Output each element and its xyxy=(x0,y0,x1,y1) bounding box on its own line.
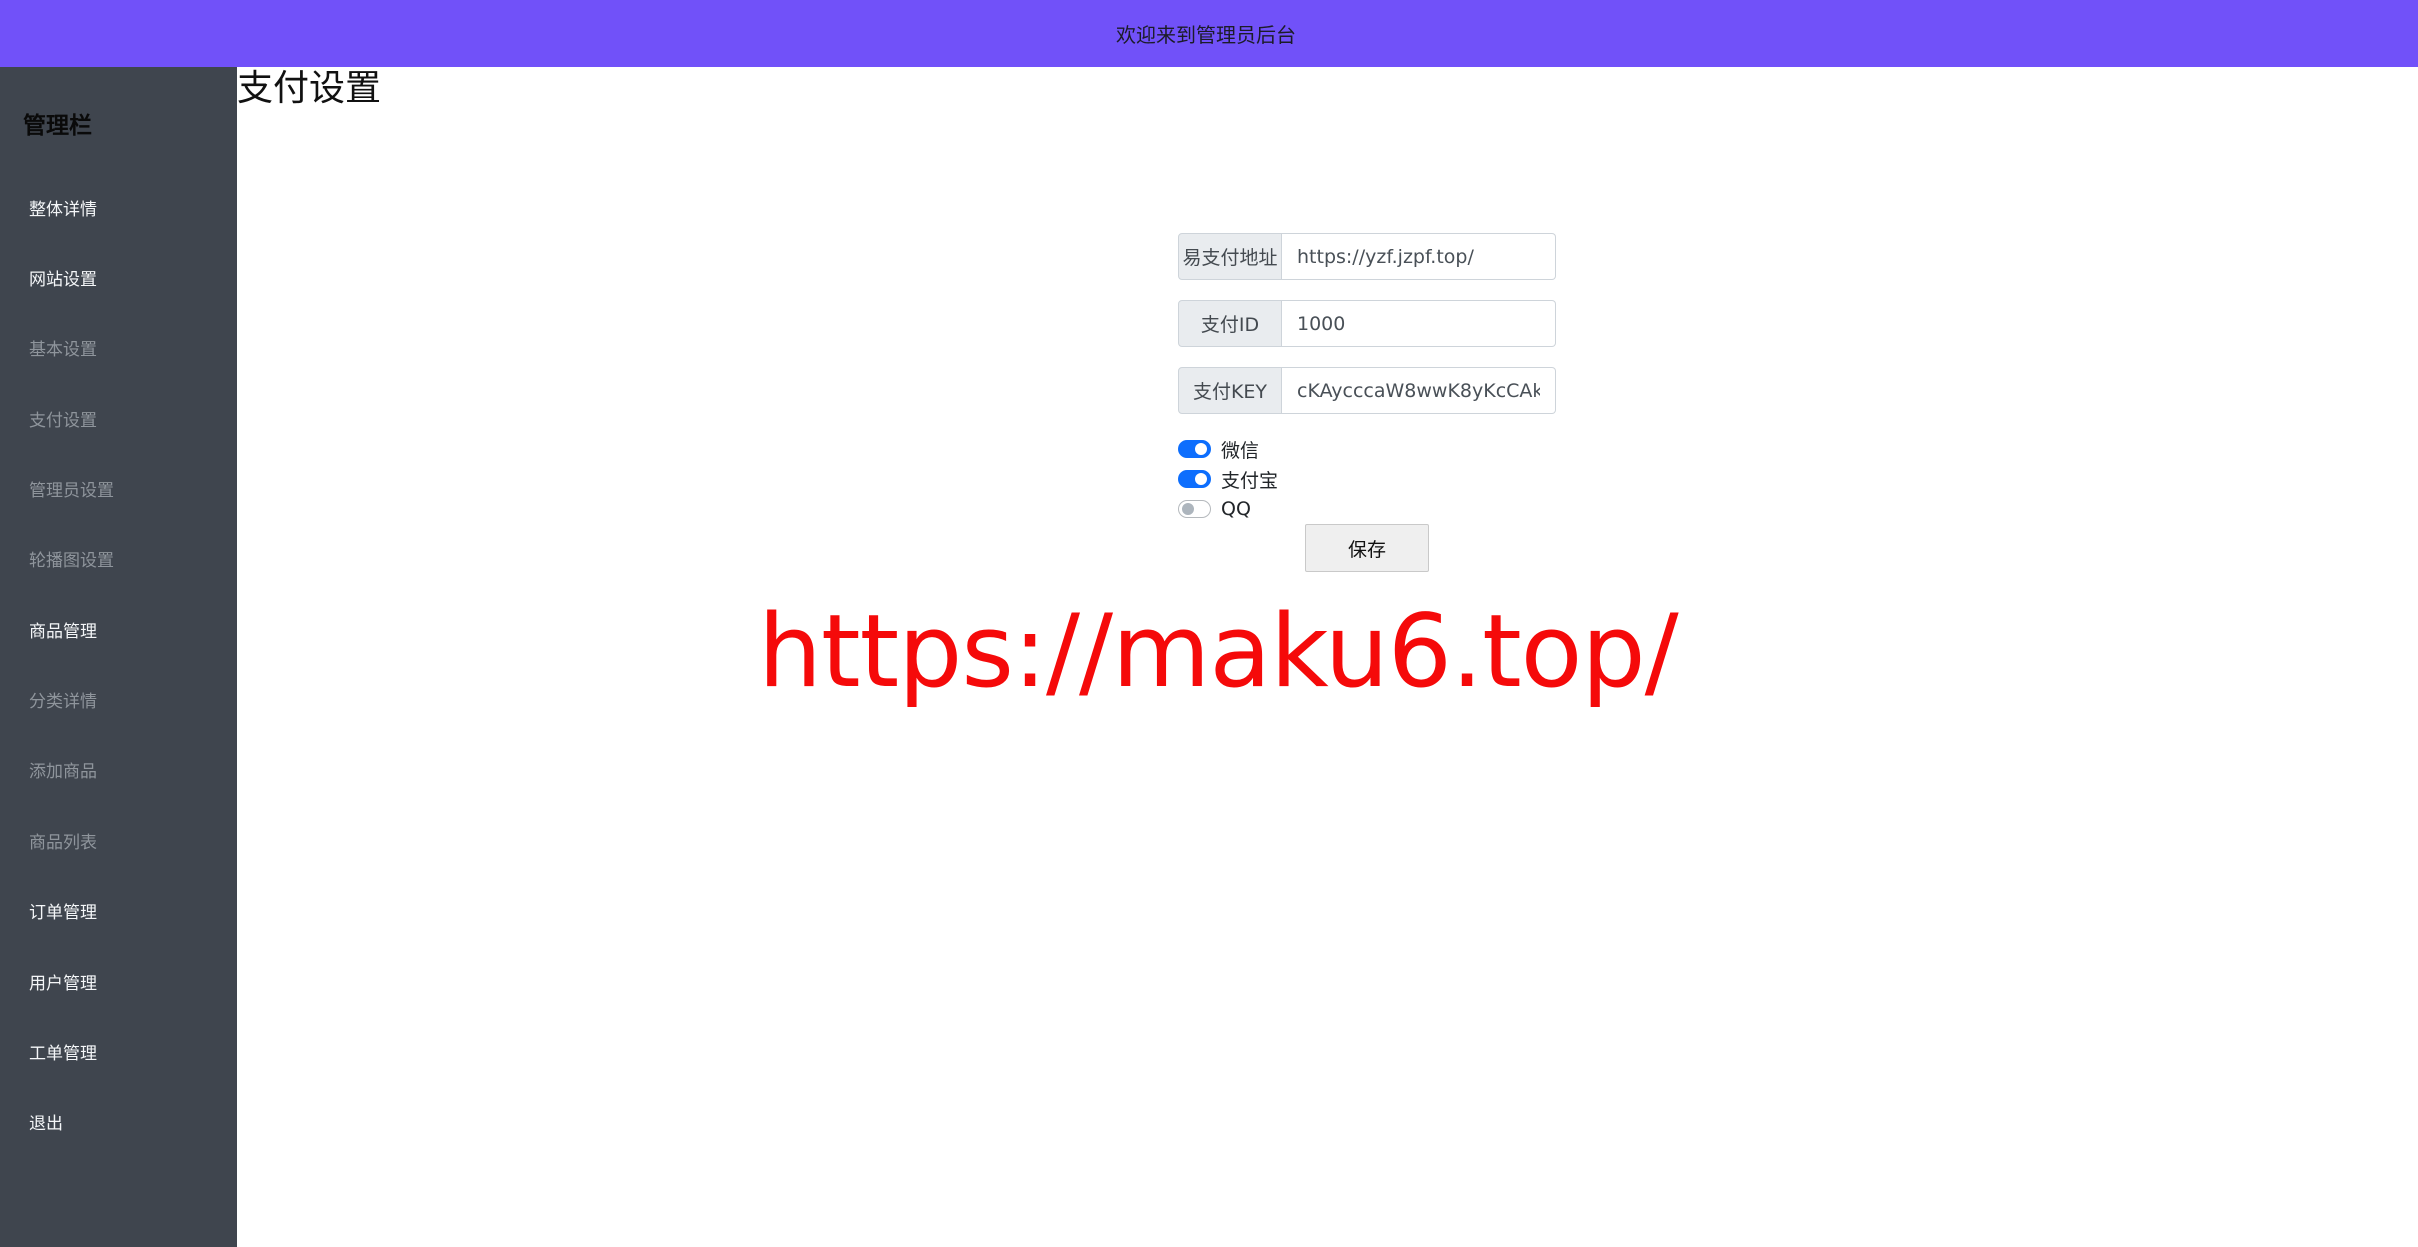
qq-toggle[interactable] xyxy=(1178,500,1211,518)
alipay-switch-row: 支付宝 xyxy=(1178,466,1278,492)
pay-id-input[interactable] xyxy=(1282,300,1556,347)
pay-key-input[interactable] xyxy=(1282,367,1556,414)
pay-key-label: 支付KEY xyxy=(1178,367,1282,414)
sidebar: 管理栏 整体详情 网站设置 基本设置 支付设置 管理员设置 轮播图设置 商品管理… xyxy=(0,67,237,1247)
sidebar-item-product-management[interactable]: 商品管理 xyxy=(29,617,97,642)
sidebar-item-payment-settings[interactable]: 支付设置 xyxy=(29,406,97,431)
wechat-switch-row: 微信 xyxy=(1178,436,1259,462)
toggle-knob xyxy=(1195,443,1207,455)
sidebar-item-order-management[interactable]: 订单管理 xyxy=(29,898,97,923)
epay-url-label: 易支付地址 xyxy=(1178,233,1282,280)
watermark-text: https://maku6.top/ xyxy=(758,592,1679,710)
pay-id-label: 支付ID xyxy=(1178,300,1282,347)
sidebar-item-logout[interactable]: 退出 xyxy=(29,1109,63,1134)
sidebar-item-overview[interactable]: 整体详情 xyxy=(29,195,97,220)
header-title: 欢迎来到管理员后台 xyxy=(1116,23,1296,47)
sidebar-item-product-list[interactable]: 商品列表 xyxy=(29,828,97,853)
wechat-toggle[interactable] xyxy=(1178,440,1211,458)
sidebar-item-user-management[interactable]: 用户管理 xyxy=(29,969,97,994)
pay-key-row: 支付KEY xyxy=(1178,367,1556,414)
sidebar-item-admin-settings[interactable]: 管理员设置 xyxy=(29,476,114,501)
qq-label: QQ xyxy=(1221,498,1251,520)
wechat-label: 微信 xyxy=(1221,439,1260,462)
top-header-bar: 欢迎来到管理员后台 xyxy=(0,0,2418,67)
sidebar-item-site-settings[interactable]: 网站设置 xyxy=(29,265,97,290)
save-button[interactable]: 保存 xyxy=(1305,524,1429,572)
sidebar-item-basic-settings[interactable]: 基本设置 xyxy=(29,335,97,360)
toggle-knob xyxy=(1182,503,1194,515)
epay-url-row: 易支付地址 xyxy=(1178,233,1556,280)
alipay-label: 支付宝 xyxy=(1221,469,1279,492)
sidebar-item-carousel-settings[interactable]: 轮播图设置 xyxy=(29,546,114,571)
sidebar-title: 管理栏 xyxy=(23,113,92,139)
pay-id-row: 支付ID xyxy=(1178,300,1556,347)
sidebar-item-add-product[interactable]: 添加商品 xyxy=(29,757,97,782)
epay-url-input[interactable] xyxy=(1282,233,1556,280)
page-title: 支付设置 xyxy=(237,68,382,109)
toggle-knob xyxy=(1195,473,1207,485)
qq-switch-row: QQ xyxy=(1178,496,1251,522)
sidebar-item-category-details[interactable]: 分类详情 xyxy=(29,687,97,712)
sidebar-item-ticket-management[interactable]: 工单管理 xyxy=(29,1039,97,1064)
alipay-toggle[interactable] xyxy=(1178,470,1211,488)
